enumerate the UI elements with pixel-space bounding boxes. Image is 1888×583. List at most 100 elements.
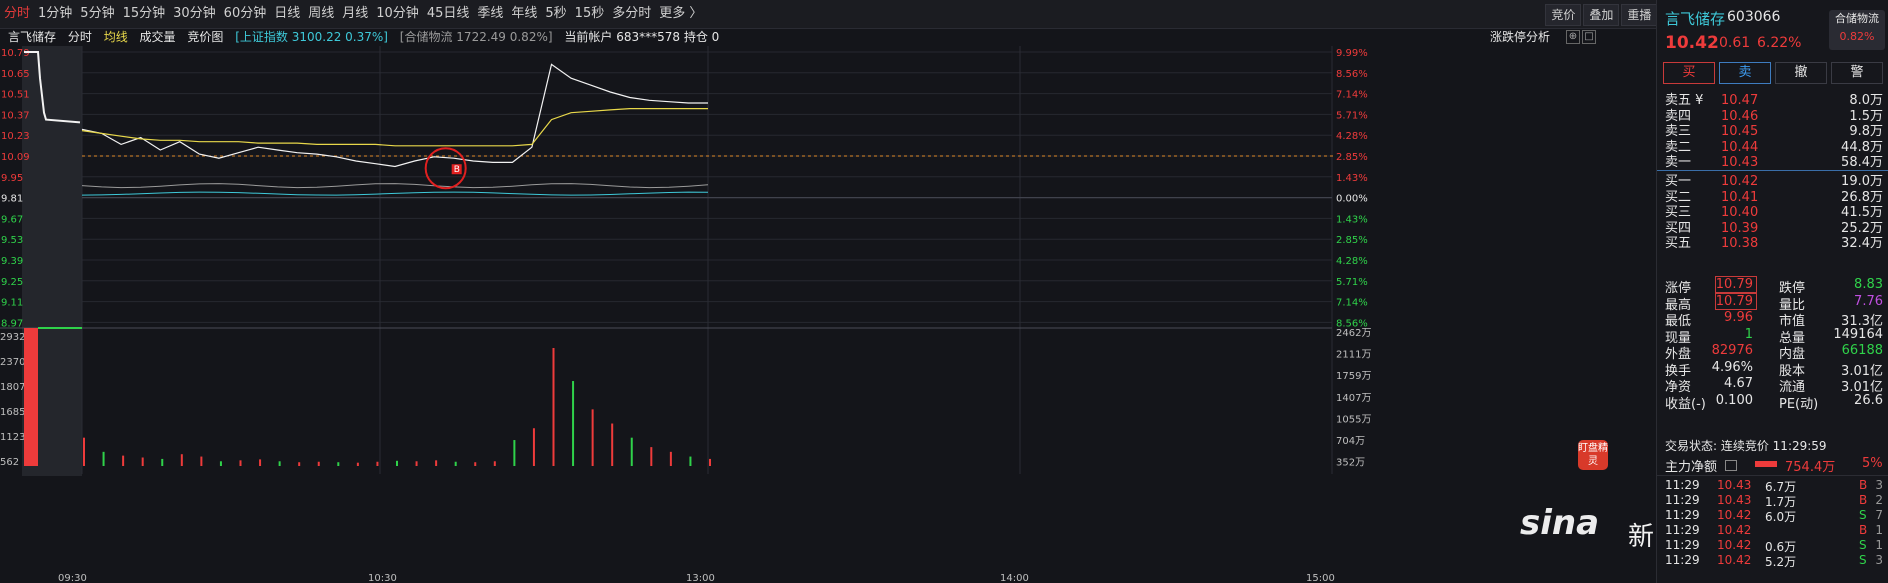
stock-code: 603066	[1727, 9, 1781, 25]
period-tab[interactable]: 15秒	[571, 0, 609, 28]
info-tab-volume[interactable]: 成交量	[140, 30, 176, 44]
tool-button[interactable]: 竞价	[1545, 4, 1582, 26]
period-tab[interactable]: 季线	[473, 0, 507, 28]
account-info: 当前帐户 683***578 持仓 0	[564, 30, 720, 44]
period-tab[interactable]: 5秒	[541, 0, 570, 28]
period-tab[interactable]: 多分时	[608, 0, 655, 28]
alert-button[interactable]: 警	[1831, 62, 1883, 84]
expand-icon[interactable]: □	[1582, 30, 1596, 44]
vol-tick-right: 1055万	[1336, 414, 1371, 425]
period-tab[interactable]: 5分钟	[76, 0, 118, 28]
monitor-badge[interactable]: 盯盘精灵	[1578, 440, 1608, 470]
period-tabs: 分时 1分钟 5分钟 15分钟 30分钟 60分钟 日线 周线 月线 10分钟 45日线 季线 年线 5秒…	[0, 0, 706, 28]
info-tab-avg[interactable]: 均线	[104, 30, 128, 44]
period-tab[interactable]: 日线	[270, 0, 304, 28]
period-tab[interactable]: 10分钟	[372, 0, 423, 28]
info-tab-fenshi[interactable]: 分时	[68, 30, 92, 44]
volume-bar	[532, 428, 535, 466]
stat-label: 收益(-)	[1665, 396, 1706, 412]
volume-bar	[317, 461, 320, 466]
book-label: 买五	[1665, 236, 1692, 251]
stats-table: 涨停 10.79 跌停 8.83 最高 10.79 量比 7.76 最低 9.96 市值 31.3亿现…	[1657, 275, 1888, 435]
stat-value: 66188	[1841, 343, 1883, 358]
tick-d: S	[1859, 538, 1867, 552]
tick-list[interactable]: 11:29 10.43 6.7万 B 3 11:29 10.43 1.7万 B 2 11:29 10.…	[1657, 476, 1888, 583]
sector-overlay: [合储物流 1722.49 0.82%]	[399, 30, 553, 44]
stat-value: 4.67	[1724, 376, 1753, 391]
volume-bar	[161, 458, 164, 466]
period-tab[interactable]: 周线	[304, 0, 338, 28]
chart-info-bar: 言飞储存 分时 均线 成交量 竞价图 [上证指数 3100.22 0.37%] …	[0, 28, 719, 46]
vol-tick-left: 1807	[0, 382, 25, 393]
pct-tick: 4.28%	[1336, 256, 1368, 267]
pct-tick: 2.85%	[1336, 152, 1368, 163]
tool-button[interactable]: 叠加	[1583, 4, 1620, 26]
vol-tick-right: 2111万	[1336, 350, 1371, 361]
limit-analysis-link[interactable]: 涨跌停分析	[1490, 28, 1550, 46]
vol-tick-right: 1407万	[1336, 393, 1371, 404]
cancel-button[interactable]: 撤	[1775, 62, 1827, 84]
sell-button[interactable]: 卖	[1719, 62, 1771, 84]
period-tab[interactable]: 年线	[507, 0, 541, 28]
monitor-badge-text: 盯盘精灵	[1578, 443, 1608, 467]
period-tab[interactable]: 分时	[0, 0, 34, 28]
vol-tick-left: 2370	[0, 357, 25, 368]
flow-info-icon[interactable]	[1725, 460, 1737, 471]
flow-bar	[1755, 461, 1777, 467]
period-tab[interactable]: 月线	[338, 0, 372, 28]
period-tab[interactable]: 1分钟	[34, 0, 76, 28]
volume-bar	[709, 458, 711, 466]
info-tab-auction[interactable]: 竞价图	[187, 30, 223, 44]
tick-t: 11:29	[1665, 523, 1700, 537]
tick-t: 11:29	[1665, 553, 1700, 567]
price-tick: 9.67	[1, 214, 23, 225]
tick-t: 11:29	[1665, 538, 1700, 552]
period-tab[interactable]: 45日线	[423, 0, 474, 28]
pct-tick: 1.43%	[1336, 173, 1368, 184]
book-row[interactable]: 买五 10.38 32.4万	[1665, 235, 1883, 253]
volume-bar	[259, 459, 262, 466]
stock-name: 言飞储存	[1665, 10, 1726, 28]
vol-tick-right: 2462万	[1336, 328, 1371, 339]
volume-bar	[102, 451, 105, 466]
volume-bar	[83, 437, 85, 466]
price-tick: 9.95	[1, 173, 23, 184]
chart-bg	[0, 46, 1656, 583]
price-tick: 9.11	[1, 298, 23, 309]
volume-bar	[415, 461, 418, 466]
vol-tick-right: 1759万	[1336, 371, 1371, 382]
quote-panel: 言飞储存 603066 合储物流 0.82% 10.42 0.61 6.22% …	[1656, 0, 1888, 583]
settings-icon[interactable]: ⊕	[1566, 30, 1580, 44]
price-pct: 6.22%	[1757, 35, 1802, 51]
time-tick: 15:00	[1306, 573, 1335, 583]
period-tab[interactable]: 30分钟	[169, 0, 220, 28]
tick-d: B	[1859, 478, 1868, 492]
tick-t: 11:29	[1665, 508, 1700, 522]
last-price: 10.42	[1665, 33, 1719, 53]
volume-bar	[239, 460, 242, 466]
pct-tick: 9.99%	[1336, 48, 1368, 59]
tick-n: 2	[1875, 493, 1883, 507]
time-tick: 10:30	[368, 573, 397, 583]
intraday-chart[interactable]: 10.79 10.65 10.51 10.37 10.23 10.09 9.95 9.81 9.…	[0, 46, 1656, 583]
stat-value: 4.96%	[1711, 359, 1753, 375]
volume-bar	[572, 381, 575, 466]
pct-tick: 4.28%	[1336, 131, 1368, 142]
price-tick: 9.81	[1, 194, 23, 205]
volume-bar	[298, 462, 301, 466]
period-tab[interactable]: 15分钟	[119, 0, 170, 28]
stat-value: 7.76	[1854, 293, 1883, 309]
buy-button[interactable]: 买	[1663, 62, 1715, 84]
tick-d: S	[1859, 508, 1867, 522]
period-tab[interactable]: 60分钟	[220, 0, 271, 28]
main-flow-pct: 5%	[1862, 456, 1883, 471]
tick-d: S	[1859, 553, 1867, 567]
tool-button[interactable]: 重播	[1621, 4, 1658, 26]
volume-bar	[630, 437, 633, 466]
vol-tick-left: 2932	[0, 332, 25, 343]
sector-tag[interactable]: 合储物流 0.82%	[1829, 10, 1885, 50]
tick-t: 11:29	[1665, 493, 1700, 507]
volume-bar	[454, 461, 457, 466]
volume-bar	[219, 461, 222, 466]
period-tab[interactable]: 更多 〉	[655, 0, 706, 28]
